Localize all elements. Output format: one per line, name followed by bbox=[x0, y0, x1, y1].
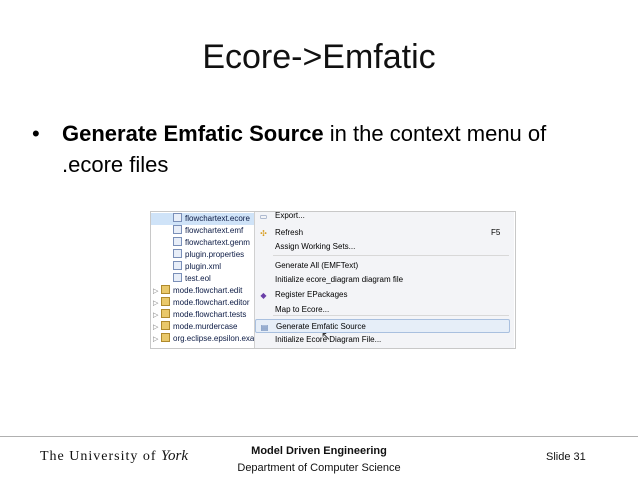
menu-item-assign-working-sets[interactable]: Assign Working Sets... bbox=[255, 240, 510, 254]
file-icon bbox=[173, 249, 182, 258]
tree-item[interactable]: ▷ mode.murdercase bbox=[151, 321, 253, 333]
expand-arrow-icon[interactable]: ▷ bbox=[153, 334, 161, 346]
tree-item-label: flowchartext.ecore bbox=[185, 214, 250, 223]
tree-item-label: mode.murdercase bbox=[173, 322, 238, 331]
menu-item-generate-all-emftext[interactable]: Generate All (EMFText) bbox=[255, 259, 510, 273]
project-folder-icon bbox=[161, 285, 170, 294]
project-explorer-tree: flowchartext.ecore flowchartext.emf flowch… bbox=[151, 212, 273, 348]
project-folder-icon bbox=[161, 309, 170, 318]
menu-item-label: Refresh bbox=[275, 228, 304, 237]
footer-divider bbox=[0, 436, 638, 437]
menu-item-shortcut: F5 bbox=[491, 228, 501, 237]
tree-item-label: mode.flowchart.edit bbox=[173, 286, 243, 295]
menu-item-label: Initialize ecore_diagram diagram file bbox=[275, 275, 404, 284]
menu-item-icon: ◆ bbox=[260, 291, 267, 300]
slide-number: Slide 31 bbox=[546, 451, 586, 463]
bullet-bold-text: Generate Emfatic Source bbox=[62, 121, 324, 146]
file-icon bbox=[173, 237, 182, 246]
tree-item-label: mode.flowchart.tests bbox=[173, 310, 247, 319]
mouse-cursor-icon: ↖ bbox=[321, 329, 332, 343]
bullet-text: Generate Emfatic Source in the context m… bbox=[62, 118, 612, 180]
menu-item-generate-emfatic-source[interactable]: ▤ Generate Emfatic Source bbox=[255, 319, 510, 333]
file-icon bbox=[173, 261, 182, 270]
project-folder-icon bbox=[161, 297, 170, 306]
tree-item-label: flowchartext.genm bbox=[185, 238, 250, 247]
menu-item-refresh[interactable]: ✣ Refresh F5 bbox=[255, 226, 510, 240]
menu-item-label: Generate All (EMFText) bbox=[275, 261, 359, 270]
tree-item[interactable]: ▷ org.eclipse.epsilon.exa bbox=[151, 333, 255, 346]
slide-title: Ecore->Emfatic bbox=[202, 38, 436, 76]
department-name: Department of Computer Science bbox=[237, 462, 401, 474]
tree-item-label: flowchartext.emf bbox=[185, 226, 244, 235]
tree-item[interactable]: ▷ mode.flowchart.tests bbox=[151, 309, 253, 321]
tree-item-label: test.eol bbox=[185, 274, 211, 283]
bullet-point: • Generate Emfatic Source in the context… bbox=[32, 118, 612, 180]
menu-item-export[interactable]: ▭ Export... bbox=[255, 211, 510, 223]
menu-item-initialize-ecore-diagram-diagram-file[interactable]: Initialize ecore_diagram diagram file bbox=[255, 273, 510, 287]
tree-item-label: plugin.xml bbox=[185, 262, 222, 271]
course-name: Model Driven Engineering bbox=[251, 445, 387, 457]
menu-item-icon: ✣ bbox=[260, 229, 267, 238]
tree-item[interactable]: ▷ mode.flowchart.editor bbox=[151, 297, 253, 309]
menu-separator bbox=[273, 255, 509, 256]
menu-item-label: Register EPackages bbox=[275, 290, 348, 299]
file-icon bbox=[173, 273, 182, 282]
bullet-symbol: • bbox=[32, 121, 40, 146]
project-folder-icon bbox=[161, 321, 170, 330]
tree-item[interactable]: ▷ mode.flowchart.edit bbox=[151, 285, 253, 297]
menu-item-label: Assign Working Sets... bbox=[275, 242, 356, 251]
menu-item-initialize-ecore-diagram-file[interactable]: Initialize Ecore Diagram File... bbox=[255, 333, 510, 347]
menu-item-icon: ▤ bbox=[260, 323, 269, 332]
project-folder-icon bbox=[161, 333, 170, 342]
file-icon bbox=[173, 225, 182, 234]
tree-item-label: plugin.properties bbox=[185, 250, 245, 259]
footer-center: Model Driven Engineering Department of C… bbox=[0, 443, 638, 477]
menu-item-register-epackages[interactable]: ◆ Register EPackages bbox=[255, 288, 510, 302]
file-icon bbox=[173, 213, 182, 222]
menu-item-label: Map to Ecore... bbox=[275, 305, 330, 314]
tree-item-label: mode.flowchart.editor bbox=[173, 298, 250, 307]
menu-item-map-to-ecore[interactable]: Map to Ecore... bbox=[255, 303, 510, 317]
tree-item-label: org.eclipse.epsilon.exa bbox=[173, 334, 255, 343]
context-menu: ▭ Export... ✣ Refresh F5 Assign Working Sets.… bbox=[254, 212, 514, 348]
eclipse-context-menu-screenshot: flowchartext.ecore flowchartext.emf flowch… bbox=[150, 211, 516, 349]
menu-item-label: Export... bbox=[275, 211, 305, 220]
menu-item-icon: ▭ bbox=[259, 212, 268, 221]
